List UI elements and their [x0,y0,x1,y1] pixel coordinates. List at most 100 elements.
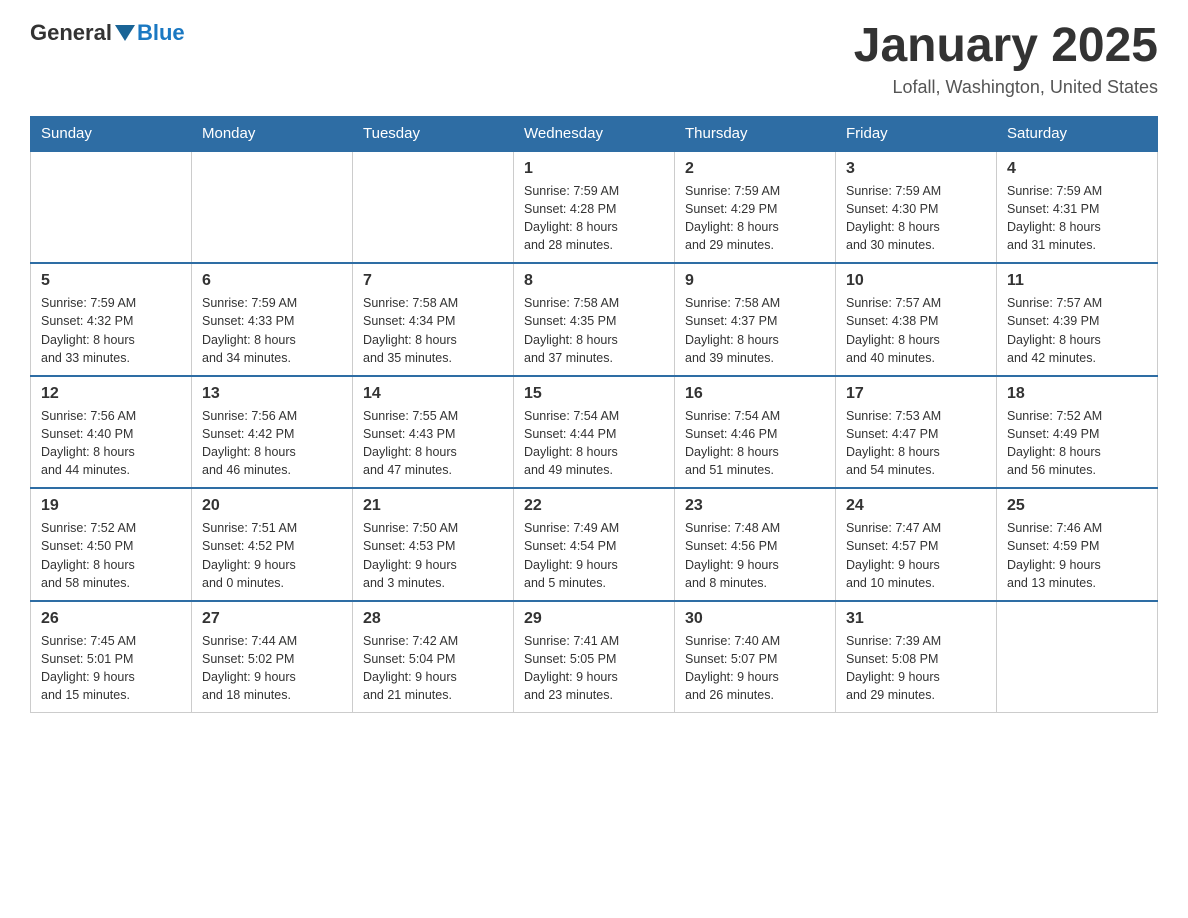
calendar-cell: 15 Sunrise: 7:54 AMSunset: 4:44 PMDayligh… [514,376,675,489]
calendar-cell: 31 Sunrise: 7:39 AMSunset: 5:08 PMDayligh… [836,601,997,713]
day-number: 31 [846,610,986,628]
day-number: 6 [202,272,342,290]
calendar-cell: 30 Sunrise: 7:40 AMSunset: 5:07 PMDayligh… [675,601,836,713]
calendar-cell: 21 Sunrise: 7:50 AMSunset: 4:53 PMDayligh… [353,488,514,601]
calendar-week-row: 1 Sunrise: 7:59 AMSunset: 4:28 PMDaylight… [31,151,1158,264]
day-info: Sunrise: 7:45 AMSunset: 5:01 PMDaylight:… [41,632,181,705]
day-info: Sunrise: 7:52 AMSunset: 4:50 PMDaylight:… [41,519,181,592]
day-info: Sunrise: 7:47 AMSunset: 4:57 PMDaylight:… [846,519,986,592]
day-info: Sunrise: 7:40 AMSunset: 5:07 PMDaylight:… [685,632,825,705]
calendar-cell: 18 Sunrise: 7:52 AMSunset: 4:49 PMDayligh… [997,376,1158,489]
day-info: Sunrise: 7:42 AMSunset: 5:04 PMDaylight:… [363,632,503,705]
day-number: 29 [524,610,664,628]
weekday-header: Sunday [31,116,192,151]
day-number: 25 [1007,497,1147,515]
calendar-cell: 11Sunrise: 7:57 AMSunset: 4:39 PMDayligh… [997,263,1158,376]
day-number: 14 [363,385,503,403]
calendar-cell: 8Sunrise: 7:58 AMSunset: 4:35 PMDaylight… [514,263,675,376]
calendar-cell: 27 Sunrise: 7:44 AMSunset: 5:02 PMDayligh… [192,601,353,713]
weekday-header: Monday [192,116,353,151]
calendar-cell: 2Sunrise: 7:59 AMSunset: 4:29 PMDaylight… [675,151,836,264]
day-number: 16 [685,385,825,403]
calendar-cell: 23 Sunrise: 7:48 AMSunset: 4:56 PMDayligh… [675,488,836,601]
day-info: Sunrise: 7:59 AMSunset: 4:28 PMDaylight:… [524,182,664,255]
day-number: 8 [524,272,664,290]
day-info: Sunrise: 7:46 AMSunset: 4:59 PMDaylight:… [1007,519,1147,592]
calendar-week-row: 5 Sunrise: 7:59 AMSunset: 4:32 PMDaylight… [31,263,1158,376]
day-number: 28 [363,610,503,628]
day-number: 13 [202,385,342,403]
day-info: Sunrise: 7:54 AMSunset: 4:44 PMDaylight:… [524,407,664,480]
day-info: Sunrise: 7:56 AMSunset: 4:40 PMDaylight:… [41,407,181,480]
calendar-cell: 17 Sunrise: 7:53 AMSunset: 4:47 PMDayligh… [836,376,997,489]
day-number: 9 [685,272,825,290]
day-number: 4 [1007,160,1147,178]
day-number: 21 [363,497,503,515]
calendar-cell: 13 Sunrise: 7:56 AMSunset: 4:42 PMDayligh… [192,376,353,489]
day-number: 15 [524,385,664,403]
day-number: 30 [685,610,825,628]
calendar-cell: 28 Sunrise: 7:42 AMSunset: 5:04 PMDayligh… [353,601,514,713]
calendar-cell: 4 Sunrise: 7:59 AMSunset: 4:31 PMDaylight… [997,151,1158,264]
day-info: Sunrise: 7:55 AMSunset: 4:43 PMDaylight:… [363,407,503,480]
calendar-cell [31,151,192,264]
calendar-cell: 24Sunrise: 7:47 AMSunset: 4:57 PMDayligh… [836,488,997,601]
day-number: 18 [1007,385,1147,403]
calendar-week-row: 12Sunrise: 7:56 AMSunset: 4:40 PMDayligh… [31,376,1158,489]
calendar-cell: 25 Sunrise: 7:46 AMSunset: 4:59 PMDayligh… [997,488,1158,601]
day-number: 1 [524,160,664,178]
day-info: Sunrise: 7:59 AMSunset: 4:32 PMDaylight:… [41,294,181,367]
calendar-cell: 9Sunrise: 7:58 AMSunset: 4:37 PMDaylight… [675,263,836,376]
day-info: Sunrise: 7:53 AMSunset: 4:47 PMDaylight:… [846,407,986,480]
day-number: 10 [846,272,986,290]
calendar-cell: 14 Sunrise: 7:55 AMSunset: 4:43 PMDayligh… [353,376,514,489]
weekday-header: Wednesday [514,116,675,151]
calendar-cell: 19Sunrise: 7:52 AMSunset: 4:50 PMDayligh… [31,488,192,601]
calendar-cell: 16 Sunrise: 7:54 AMSunset: 4:46 PMDayligh… [675,376,836,489]
month-title: January 2025 [854,20,1158,73]
day-number: 26 [41,610,181,628]
page-header: General Blue January 2025 Lofall, Washin… [30,20,1158,98]
day-number: 27 [202,610,342,628]
day-info: Sunrise: 7:59 AMSunset: 4:31 PMDaylight:… [1007,182,1147,255]
day-number: 17 [846,385,986,403]
day-info: Sunrise: 7:54 AMSunset: 4:46 PMDaylight:… [685,407,825,480]
calendar-cell: 10Sunrise: 7:57 AMSunset: 4:38 PMDayligh… [836,263,997,376]
calendar-cell: 12Sunrise: 7:56 AMSunset: 4:40 PMDayligh… [31,376,192,489]
logo-blue-text: Blue [137,20,185,46]
day-number: 7 [363,272,503,290]
calendar-cell: 5 Sunrise: 7:59 AMSunset: 4:32 PMDaylight… [31,263,192,376]
weekday-header: Thursday [675,116,836,151]
day-number: 20 [202,497,342,515]
weekday-header: Friday [836,116,997,151]
weekday-header: Saturday [997,116,1158,151]
calendar-table: SundayMondayTuesdayWednesdayThursdayFrid… [30,116,1158,714]
day-info: Sunrise: 7:39 AMSunset: 5:08 PMDaylight:… [846,632,986,705]
day-number: 2 [685,160,825,178]
day-number: 3 [846,160,986,178]
calendar-cell: 20Sunrise: 7:51 AMSunset: 4:52 PMDayligh… [192,488,353,601]
calendar-cell: 7 Sunrise: 7:58 AMSunset: 4:34 PMDaylight… [353,263,514,376]
day-info: Sunrise: 7:56 AMSunset: 4:42 PMDaylight:… [202,407,342,480]
calendar-cell: 1 Sunrise: 7:59 AMSunset: 4:28 PMDaylight… [514,151,675,264]
day-info: Sunrise: 7:41 AMSunset: 5:05 PMDaylight:… [524,632,664,705]
title-section: January 2025 Lofall, Washington, United … [854,20,1158,98]
day-info: Sunrise: 7:52 AMSunset: 4:49 PMDaylight:… [1007,407,1147,480]
calendar-week-row: 19Sunrise: 7:52 AMSunset: 4:50 PMDayligh… [31,488,1158,601]
logo: General Blue [30,20,185,46]
day-info: Sunrise: 7:44 AMSunset: 5:02 PMDaylight:… [202,632,342,705]
calendar-header-row: SundayMondayTuesdayWednesdayThursdayFrid… [31,116,1158,151]
calendar-week-row: 26 Sunrise: 7:45 AMSunset: 5:01 PMDayligh… [31,601,1158,713]
day-info: Sunrise: 7:50 AMSunset: 4:53 PMDaylight:… [363,519,503,592]
location-title: Lofall, Washington, United States [854,77,1158,98]
day-number: 23 [685,497,825,515]
day-number: 5 [41,272,181,290]
day-info: Sunrise: 7:58 AMSunset: 4:34 PMDaylight:… [363,294,503,367]
calendar-cell: 3Sunrise: 7:59 AMSunset: 4:30 PMDaylight… [836,151,997,264]
day-number: 11 [1007,272,1147,290]
calendar-cell: 22Sunrise: 7:49 AMSunset: 4:54 PMDayligh… [514,488,675,601]
day-info: Sunrise: 7:48 AMSunset: 4:56 PMDaylight:… [685,519,825,592]
day-number: 22 [524,497,664,515]
weekday-header: Tuesday [353,116,514,151]
calendar-cell [192,151,353,264]
